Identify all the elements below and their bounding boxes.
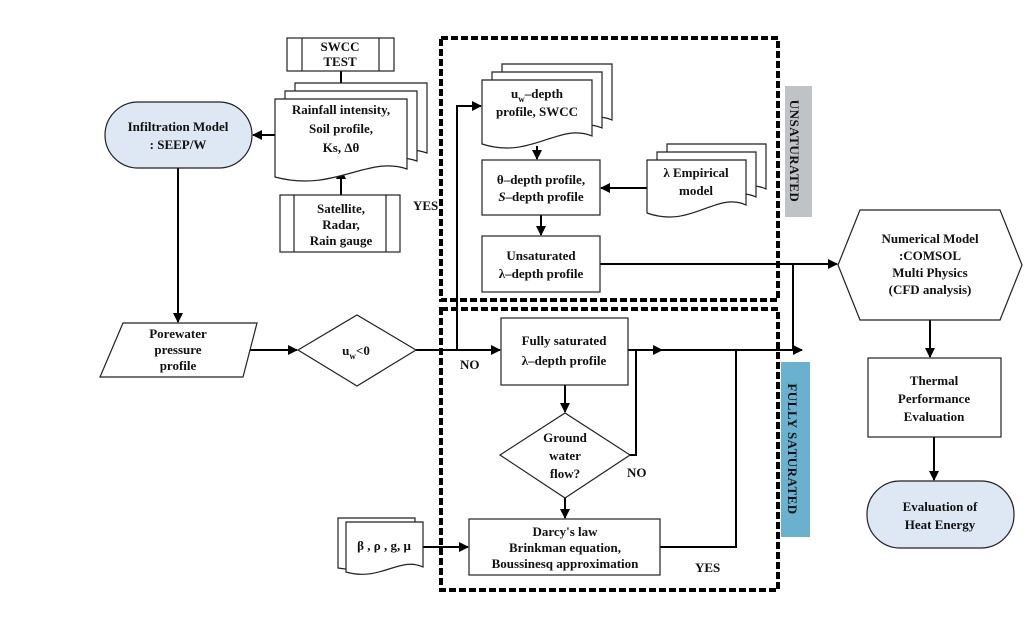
uw-decision-node: uw<0	[296, 314, 418, 387]
unsaturated-region-label: UNSATURATED	[785, 86, 812, 217]
swcc-test-node: SWCC TEST	[286, 37, 395, 72]
label-yes-groundwater: YES	[695, 560, 720, 575]
groundwater-decision-node: Ground water flow?	[498, 412, 632, 499]
flowchart: UNSATURATED FULLY SATURATED Infiltration…	[0, 0, 1035, 623]
darcy-node: Darcy's law Brinkman equation, Boussinesq …	[468, 518, 661, 576]
rain-sources-node: Satellite, Radar, Rain gauge	[279, 194, 401, 253]
porewater-profile-node: Porewater pressure profile	[99, 322, 258, 378]
flowchart-canvas: UNSATURATED FULLY SATURATED Infiltration…	[99, 36, 1023, 592]
theta-depth-node: θ–depth profile, S–depth profile	[481, 159, 601, 216]
thermal-evaluation-node: Thermal Performance Evaluation	[867, 357, 1002, 438]
uw-depth-node: uw–depth profile, SWCC	[481, 63, 613, 149]
heat-energy-node: Evaluation of Heat Energy	[866, 480, 1015, 549]
fully-saturated-label-text: FULLY SATURATED	[785, 383, 800, 514]
fully-saturated-lambda-node: Fully saturated λ–depth profile	[500, 317, 629, 386]
arrow-yes-to-uw-depth	[456, 101, 482, 350]
numerical-model-node: Numerical Model:COMSOL Multi Physics (CFD …	[837, 209, 1023, 321]
unsaturated-label-text: UNSATURATED	[787, 100, 802, 203]
fluid-params-node: β , ρ , g, μ	[337, 517, 424, 575]
lambda-empirical-node: λ Empirical model	[646, 143, 767, 218]
label-no-saturated: NO	[460, 357, 480, 372]
svg-text:β , ρ , g, μ: β , ρ , g, μ	[357, 538, 411, 553]
label-yes-unsaturated: YES	[413, 198, 438, 213]
svg-text:SWCCTEST: SWCC TEST	[320, 39, 359, 69]
arrow-darcy-to-output	[660, 350, 737, 548]
fully-saturated-region-label: FULLY SATURATED	[781, 362, 810, 537]
label-no-groundwater: NO	[627, 465, 647, 480]
infiltration-model-node: Infiltration Model: SEEP/W	[104, 101, 253, 169]
unsaturated-lambda-node: Unsaturated λ–depth profile	[481, 235, 601, 293]
arrow-groundwater-no	[630, 350, 637, 456]
rainfall-inputs-node: Rainfall intensity, Soil profile, Ks, Δθ	[274, 82, 428, 182]
